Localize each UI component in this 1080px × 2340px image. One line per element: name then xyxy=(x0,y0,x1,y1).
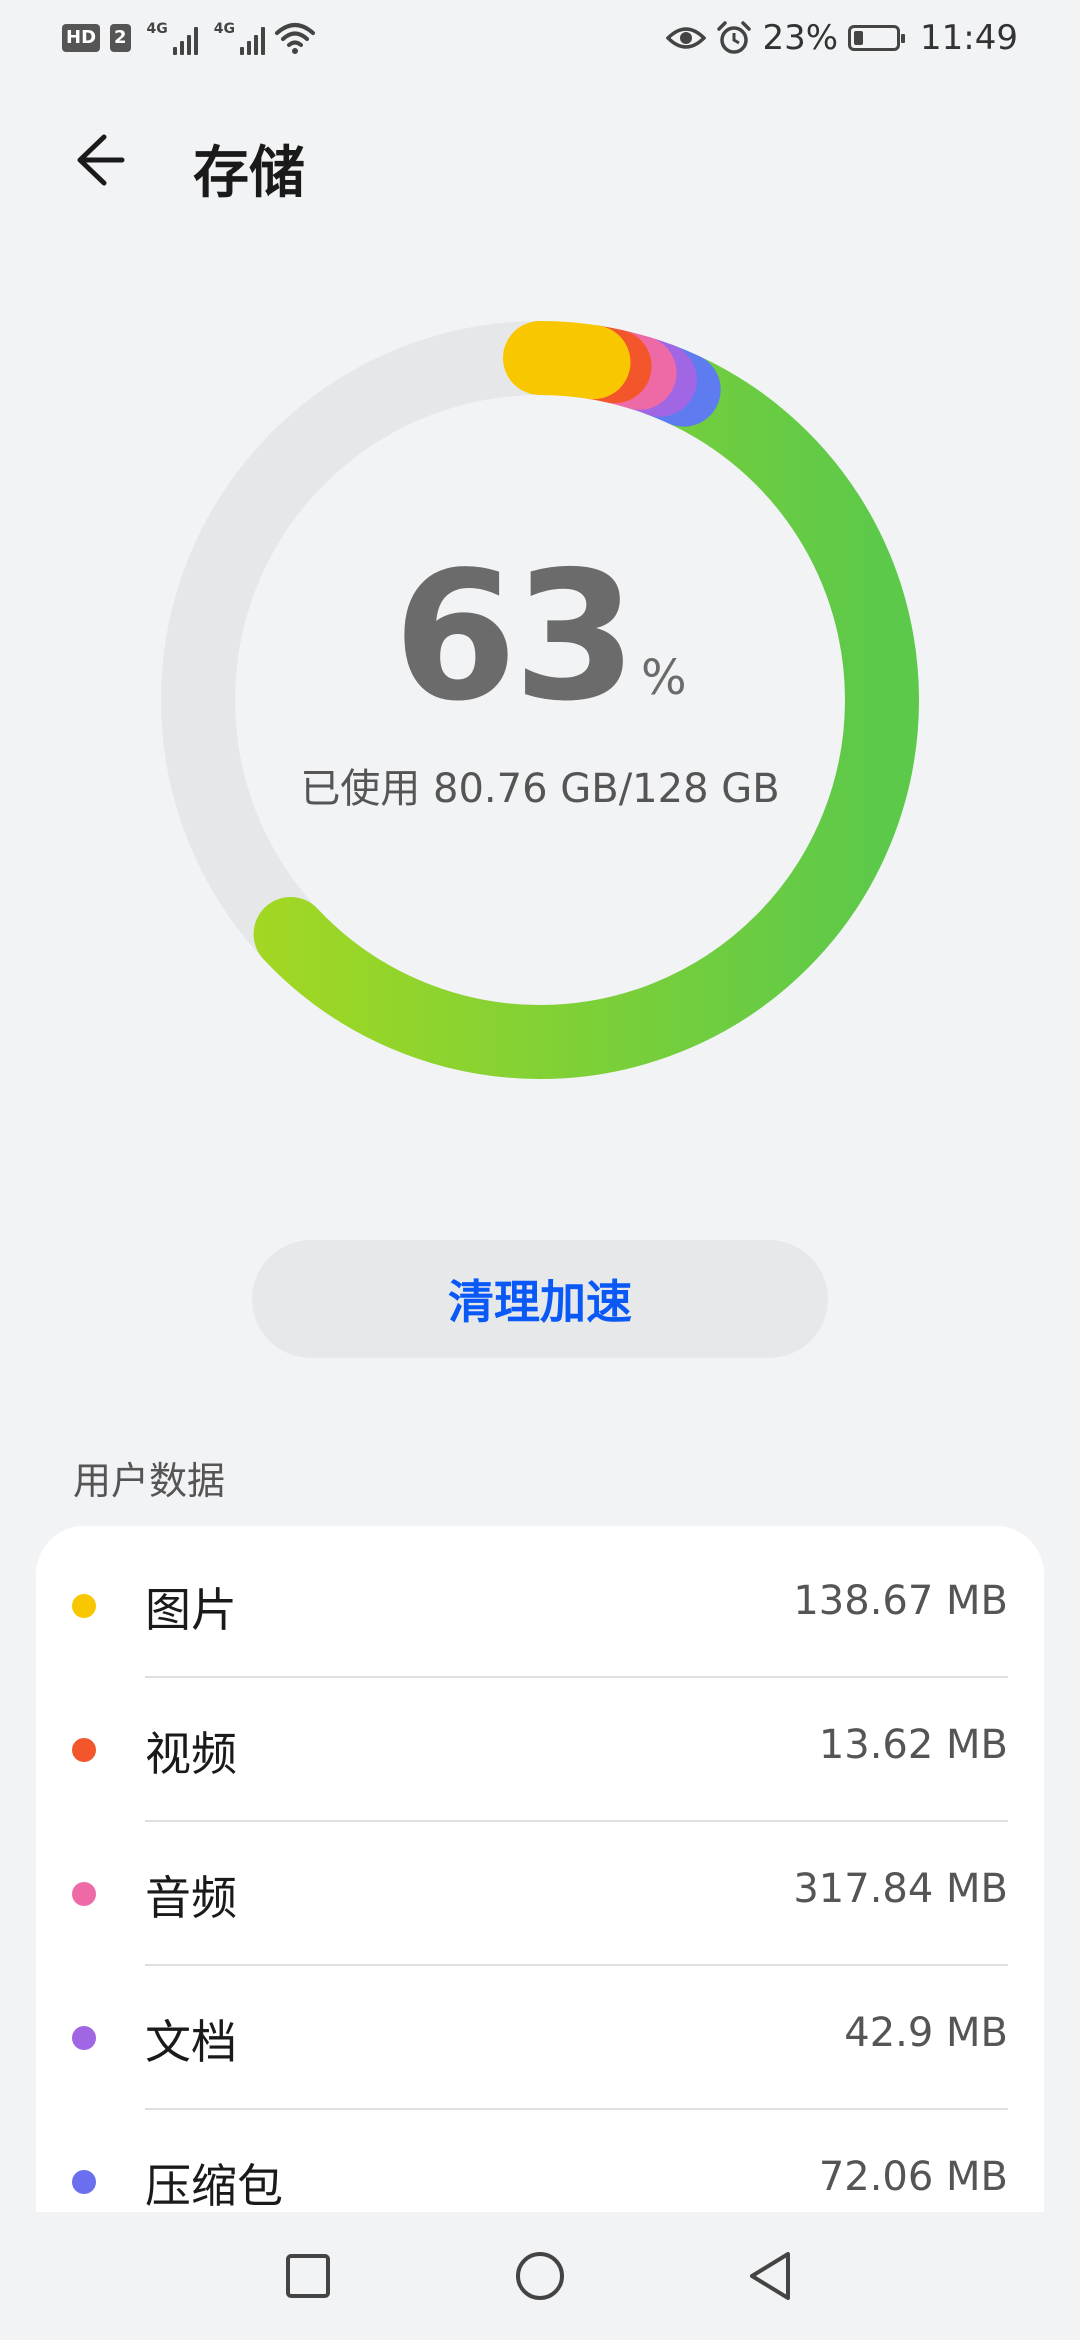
hd-icon: HD xyxy=(62,23,101,52)
status-bar: HD 2 4G 4G 23% 11:49 xyxy=(0,0,1080,75)
category-color-dot xyxy=(72,1738,96,1762)
usage-percent-sign: % xyxy=(641,650,687,706)
category-color-dot xyxy=(72,1594,96,1618)
category-size: 13.62 MB xyxy=(818,1722,1008,1768)
category-size: 72.06 MB xyxy=(818,2154,1008,2200)
category-size: 317.84 MB xyxy=(793,1866,1008,1912)
wifi-icon xyxy=(275,22,316,54)
battery-level-fill xyxy=(854,30,864,45)
used-storage-text: 已使用 80.76 GB/128 GB xyxy=(300,766,780,812)
list-item[interactable]: 文档 42.9 MB xyxy=(36,1966,1044,2110)
back-triangle-icon[interactable] xyxy=(742,2246,802,2306)
list-item[interactable]: 音频 317.84 MB xyxy=(36,1822,1044,1966)
section-title-user-data: 用户数据 xyxy=(73,1459,226,1503)
category-label: 图片 xyxy=(145,1583,237,1637)
category-color-dot xyxy=(72,2170,96,2194)
signal-icon: 4G xyxy=(213,20,266,55)
list-item[interactable]: 视频 13.62 MB xyxy=(36,1678,1044,1822)
clean-accelerate-button[interactable]: 清理加速 xyxy=(252,1240,828,1358)
storage-screen: HD 2 4G 4G 23% 11:49 存储 63 % 已使用 80.76 G… xyxy=(0,0,1080,2340)
recent-apps-icon[interactable] xyxy=(278,2246,338,2306)
battery-percent: 23% xyxy=(762,17,839,58)
usage-percent-value: 63 xyxy=(393,533,637,740)
alarm-icon xyxy=(717,20,752,54)
system-navigation-bar xyxy=(0,2212,1080,2340)
eye-comfort-icon xyxy=(666,26,707,49)
page-title: 存储 xyxy=(193,141,305,206)
clock: 11:49 xyxy=(920,17,1018,58)
network-type-2: 4G xyxy=(213,20,236,37)
arrow-left-icon[interactable] xyxy=(62,125,152,195)
status-right: 23% 11:49 xyxy=(666,18,1018,58)
usage-percent-row: 63 % xyxy=(0,548,1080,726)
category-size: 42.9 MB xyxy=(844,2010,1008,2056)
category-label: 视频 xyxy=(145,1727,237,1781)
category-color-dot xyxy=(72,2026,96,2050)
sim2-icon: 2 xyxy=(110,23,131,52)
category-size: 138.67 MB xyxy=(793,1578,1008,1624)
category-label: 文档 xyxy=(145,2015,237,2069)
status-left: HD 2 4G 4G xyxy=(62,20,316,55)
category-label: 音频 xyxy=(145,1871,237,1925)
category-label: 压缩包 xyxy=(145,2159,283,2213)
header: 存储 xyxy=(0,110,1080,210)
battery-icon xyxy=(848,24,906,51)
network-type-1: 4G xyxy=(146,20,168,37)
home-icon[interactable] xyxy=(510,2246,570,2306)
list-item[interactable]: 图片 138.67 MB xyxy=(36,1534,1044,1678)
storage-donut-chart: 63 % 已使用 80.76 GB/128 GB xyxy=(0,300,1080,1100)
signal-icon: 4G xyxy=(147,21,198,55)
category-color-dot xyxy=(72,1882,96,1906)
